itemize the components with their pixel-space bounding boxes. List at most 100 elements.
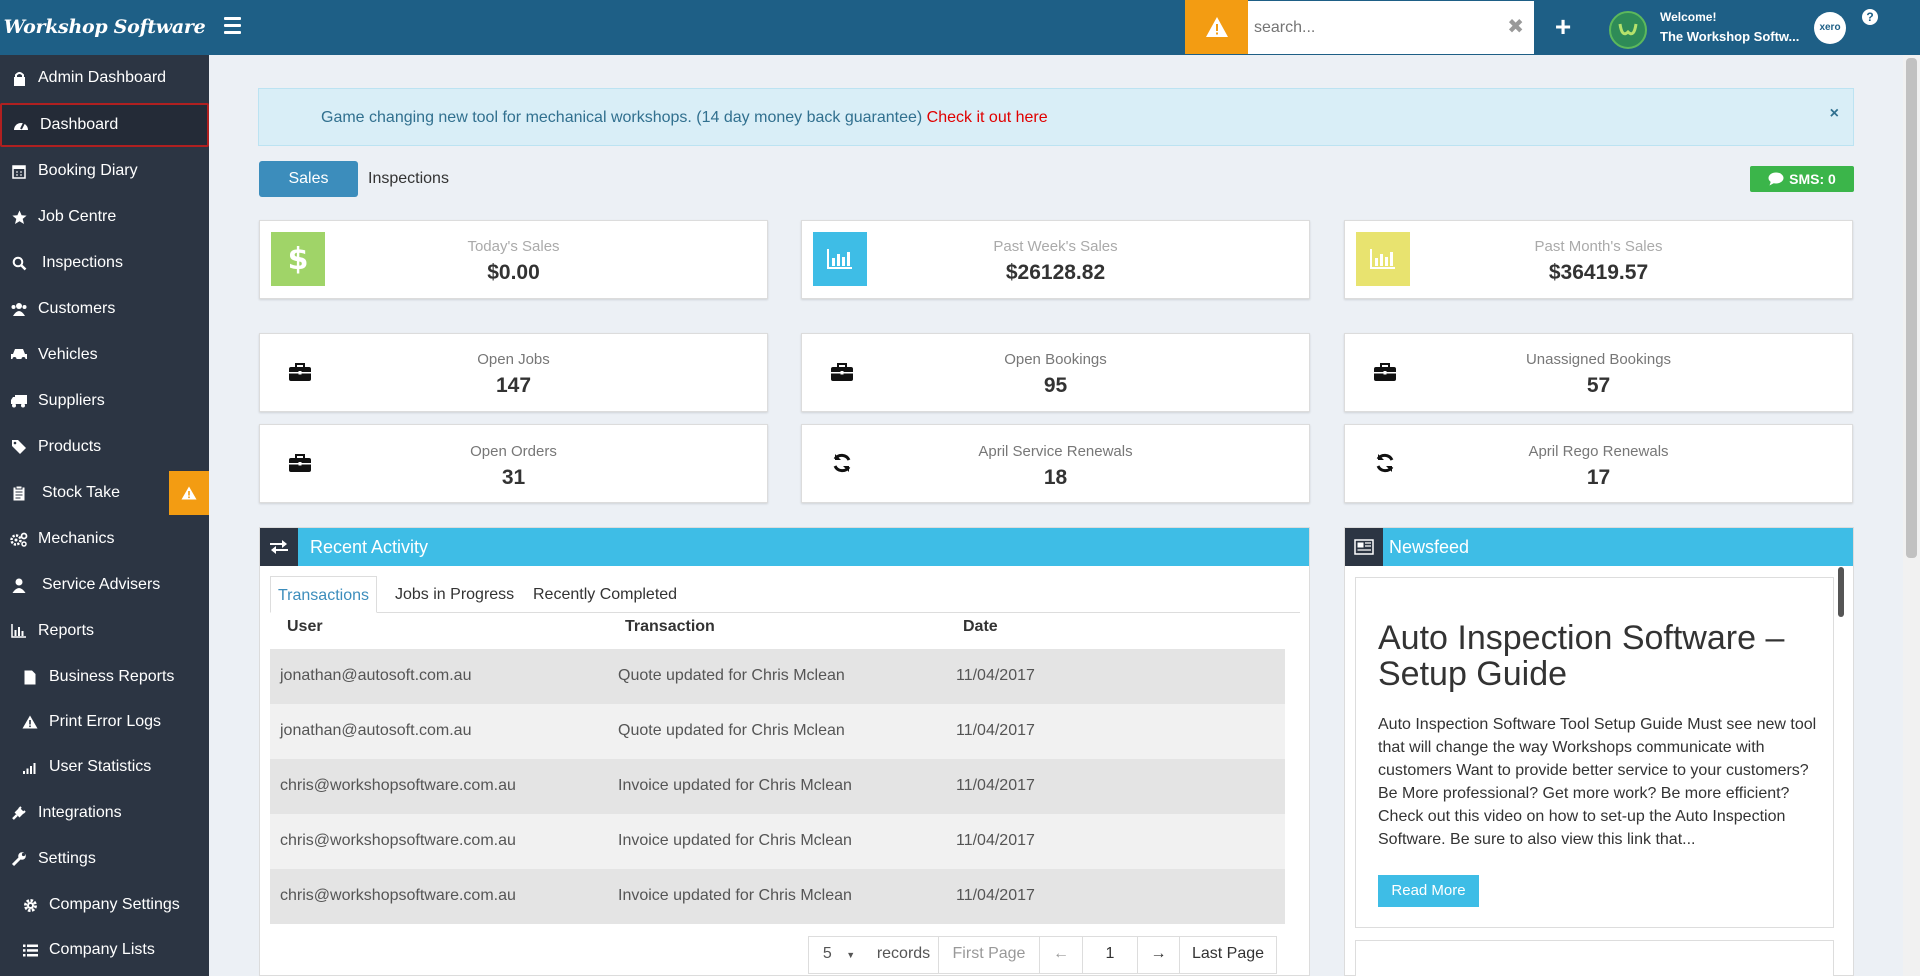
prev-page-button[interactable]: ← xyxy=(1039,936,1082,974)
sidebar-item-reports[interactable]: Reports xyxy=(0,609,209,653)
car-icon xyxy=(6,348,32,362)
plug-icon xyxy=(6,805,32,821)
rego-renewals-title: April Rego Renewals xyxy=(1528,443,1669,460)
lock-icon xyxy=(6,71,32,86)
current-page[interactable]: 1 xyxy=(1082,936,1137,974)
page-scrollbar-thumb[interactable] xyxy=(1906,58,1917,558)
row-user: chris@workshopsoftware.com.au xyxy=(280,777,516,794)
sidebar-item-label: Booking Diary xyxy=(38,162,138,179)
news-article xyxy=(1355,940,1834,976)
sidebar-item-booking-diary[interactable]: Booking Diary xyxy=(0,149,209,193)
service-renewals-card[interactable]: April Service Renewals 18 xyxy=(801,424,1310,503)
table-row[interactable]: chris@workshopsoftware.com.au Invoice up… xyxy=(270,814,1285,869)
row-date: 11/04/2017 xyxy=(956,832,1035,849)
tab-recently-completed[interactable]: Recently Completed xyxy=(526,576,684,613)
open-bookings-value: 95 xyxy=(1043,374,1068,397)
sidebar-item-user-statistics[interactable]: User Statistics xyxy=(0,745,209,789)
sidebar-item-service-advisers[interactable]: Service Advisers xyxy=(0,563,209,607)
recent-activity-title: Recent Activity xyxy=(310,537,429,557)
alert-link[interactable]: Check it out here xyxy=(927,109,1048,126)
sidebar-item-inspections[interactable]: Inspections xyxy=(0,241,209,285)
column-header-transaction[interactable]: Transaction xyxy=(625,618,715,636)
table-row[interactable]: chris@workshopsoftware.com.au Invoice up… xyxy=(270,759,1285,814)
stock-take-warning-badge[interactable] xyxy=(169,471,209,515)
row-date: 11/04/2017 xyxy=(956,777,1035,794)
row-date: 11/04/2017 xyxy=(956,667,1035,684)
star-icon xyxy=(6,210,32,225)
company-logo-avatar[interactable] xyxy=(1609,11,1647,49)
recent-activity-header: Recent Activity xyxy=(260,528,1309,566)
sidebar-item-admin-dashboard[interactable]: Admin Dashboard xyxy=(0,56,209,100)
sidebar-item-job-centre[interactable]: Job Centre xyxy=(0,195,209,239)
sidebar-item-label: Inspections xyxy=(42,254,123,271)
sidebar-item-settings[interactable]: Settings xyxy=(0,837,209,881)
sidebar-item-dashboard[interactable]: Dashboard xyxy=(0,103,209,147)
read-more-button[interactable]: Read More xyxy=(1378,875,1479,907)
tab-transactions[interactable]: Transactions xyxy=(270,576,377,613)
search-icon xyxy=(6,256,32,271)
row-transaction: Invoice updated for Chris Mclean xyxy=(618,887,852,904)
sidebar-item-label: Customers xyxy=(38,300,116,317)
sidebar-item-suppliers[interactable]: Suppliers xyxy=(0,379,209,423)
welcome-user[interactable]: Welcome! The Workshop Softw... xyxy=(1660,7,1799,47)
sidebar-item-mechanics[interactable]: Mechanics xyxy=(0,517,209,561)
sidebar-item-company-lists[interactable]: Company Lists xyxy=(0,928,209,972)
column-header-user[interactable]: User xyxy=(287,618,323,636)
sidebar-item-label: Dashboard xyxy=(40,116,119,133)
sidebar-item-label: Print Error Logs xyxy=(49,713,162,730)
sidebar-item-label: User Statistics xyxy=(49,758,152,775)
search-input[interactable] xyxy=(1248,1,1498,54)
dashboard-icon xyxy=(8,118,34,132)
sidebar-item-vehicles[interactable]: Vehicles xyxy=(0,333,209,377)
clear-search-icon[interactable]: ✖ xyxy=(1507,17,1524,37)
sidebar-item-label: Suppliers xyxy=(38,392,105,409)
help-icon[interactable]: ? xyxy=(1862,9,1878,25)
table-row[interactable]: chris@workshopsoftware.com.au Invoice up… xyxy=(270,869,1285,924)
sms-badge[interactable]: SMS: 0 xyxy=(1750,166,1854,192)
add-new-button[interactable]: + xyxy=(1548,10,1578,44)
newsfeed-scrollbar[interactable] xyxy=(1838,567,1844,617)
sidebar-item-company-settings[interactable]: Company Settings xyxy=(0,883,209,927)
tab-sales[interactable]: Sales xyxy=(259,161,358,197)
truck-icon xyxy=(6,394,32,408)
sidebar-item-stock-take[interactable]: Stock Take xyxy=(0,471,209,515)
article-title[interactable]: Auto Inspection Software – Setup Guide xyxy=(1378,620,1818,692)
sidebar-item-business-reports[interactable]: Business Reports xyxy=(0,655,209,699)
last-page-button[interactable]: Last Page xyxy=(1179,936,1276,974)
unassigned-bookings-value: 57 xyxy=(1586,374,1611,397)
xero-icon[interactable]: xero xyxy=(1814,12,1846,44)
sidebar-item-label: Reports xyxy=(38,622,95,639)
sidebar-item-label: Service Advisers xyxy=(42,576,161,593)
open-jobs-card[interactable]: Open Jobs 147 xyxy=(259,333,768,412)
table-row[interactable]: jonathan@autosoft.com.au Quote updated f… xyxy=(270,649,1285,704)
menu-toggle-icon[interactable] xyxy=(224,17,248,37)
tab-inspections[interactable]: Inspections xyxy=(368,161,449,197)
open-orders-card[interactable]: Open Orders 31 xyxy=(259,424,768,503)
sidebar-item-label: Vehicles xyxy=(38,346,98,363)
close-icon[interactable]: × xyxy=(1830,105,1839,123)
table-row[interactable]: jonathan@autosoft.com.au Quote updated f… xyxy=(270,704,1285,759)
sidebar-item-integrations[interactable]: Integrations xyxy=(0,791,209,835)
sidebar-item-products[interactable]: Products xyxy=(0,425,209,469)
app-logo[interactable]: Workshop Software xyxy=(0,0,209,55)
article-body: Auto Inspection Software Tool Setup Guid… xyxy=(1378,716,1817,848)
sidebar-item-label: Settings xyxy=(38,850,96,867)
warning-icon xyxy=(1205,17,1228,37)
rego-renewals-card[interactable]: April Rego Renewals 17 xyxy=(1344,424,1853,503)
row-user: jonathan@autosoft.com.au xyxy=(280,667,472,684)
next-page-button[interactable]: → xyxy=(1137,936,1179,974)
row-date: 11/04/2017 xyxy=(956,722,1035,739)
per-page-select[interactable]: 5 ▼ xyxy=(809,936,869,974)
sidebar-item-label: Job Centre xyxy=(38,208,117,225)
sidebar-item-print-error-logs[interactable]: Print Error Logs xyxy=(0,700,209,744)
sidebar-item-customers[interactable]: Customers xyxy=(0,287,209,331)
tab-jobs-in-progress[interactable]: Jobs in Progress xyxy=(388,576,521,613)
column-header-date[interactable]: Date xyxy=(963,618,998,636)
sidebar-item-label: Business Reports xyxy=(49,668,175,685)
open-bookings-card[interactable]: Open Bookings 95 xyxy=(801,333,1310,412)
row-transaction: Quote updated for Chris Mclean xyxy=(618,667,845,684)
unassigned-bookings-card[interactable]: Unassigned Bookings 57 xyxy=(1344,333,1853,412)
news-article: Auto Inspection Software – Setup Guide A… xyxy=(1355,577,1834,928)
alerts-warning-button[interactable] xyxy=(1185,0,1248,54)
first-page-button[interactable]: First Page xyxy=(938,936,1039,974)
